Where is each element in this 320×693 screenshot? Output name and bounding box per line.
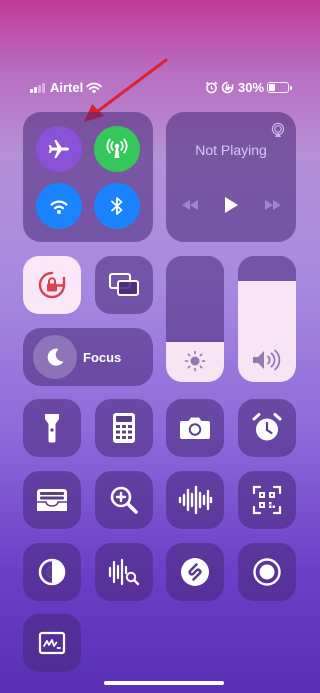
- bluetooth-icon: [111, 197, 123, 215]
- airplane-mode-button[interactable]: [36, 126, 82, 172]
- play-icon[interactable]: [223, 196, 239, 214]
- flashlight-button[interactable]: [23, 399, 81, 457]
- airplay-icon[interactable]: [270, 122, 286, 138]
- sound-recognition-button[interactable]: [95, 543, 153, 601]
- battery-percentage: 30%: [238, 80, 265, 95]
- shazam-button[interactable]: [166, 543, 224, 601]
- code-scanner-button[interactable]: [238, 471, 296, 529]
- quick-note-icon: [38, 631, 66, 655]
- camera-icon: [180, 417, 210, 439]
- screen-recording-button[interactable]: [238, 543, 296, 601]
- focus-label: Focus: [83, 350, 122, 365]
- alarm-button[interactable]: [238, 399, 296, 457]
- airplane-icon: [48, 140, 69, 158]
- bluetooth-button[interactable]: [94, 183, 140, 229]
- home-indicator[interactable]: [104, 681, 224, 685]
- brightness-slider[interactable]: [166, 256, 224, 382]
- screen-mirroring-button[interactable]: [95, 256, 153, 314]
- volume-slider[interactable]: [238, 256, 296, 382]
- wifi-icon: [50, 200, 68, 214]
- orientation-lock-button[interactable]: [23, 256, 81, 314]
- previous-track-icon[interactable]: [180, 198, 200, 212]
- brightness-icon: [184, 350, 206, 372]
- speaker-icon: [253, 349, 281, 371]
- camera-button[interactable]: [166, 399, 224, 457]
- wallet-icon: [37, 489, 67, 511]
- now-playing-panel: Not Playing: [166, 112, 296, 242]
- dark-mode-button[interactable]: [23, 543, 81, 601]
- dark-mode-icon: [38, 558, 66, 586]
- cellular-data-button[interactable]: [94, 126, 140, 172]
- cellular-signal-icon: [30, 83, 46, 93]
- screen-mirroring-icon: [109, 273, 139, 296]
- shazam-icon: [181, 558, 209, 586]
- alarm-status-icon: [205, 81, 218, 94]
- sound-recognition-icon: [108, 558, 140, 586]
- focus-icon-circle: [33, 335, 77, 379]
- moon-icon: [47, 348, 64, 366]
- magnifier-button[interactable]: [95, 471, 153, 529]
- calculator-icon: [113, 413, 135, 443]
- magnifier-zoom-icon: [110, 486, 138, 514]
- flashlight-icon: [45, 414, 59, 443]
- calculator-button[interactable]: [95, 399, 153, 457]
- qr-code-scanner-icon: [252, 485, 282, 515]
- battery-icon: [267, 82, 292, 93]
- rotation-lock-status-icon: [221, 81, 234, 94]
- cellular-antenna-icon: [106, 138, 128, 158]
- alarm-clock-icon: [252, 413, 282, 441]
- voice-memos-button[interactable]: [166, 471, 224, 529]
- quick-note-button[interactable]: [23, 614, 81, 672]
- sound-waveform-icon: [178, 485, 213, 515]
- wifi-button[interactable]: [36, 183, 82, 229]
- now-playing-title: Not Playing: [195, 142, 267, 158]
- next-track-icon[interactable]: [263, 198, 283, 212]
- wallet-button[interactable]: [23, 471, 81, 529]
- connectivity-panel: [23, 112, 153, 242]
- orientation-lock-icon: [38, 271, 66, 299]
- screen-record-icon: [253, 558, 281, 586]
- focus-button[interactable]: Focus: [23, 328, 153, 386]
